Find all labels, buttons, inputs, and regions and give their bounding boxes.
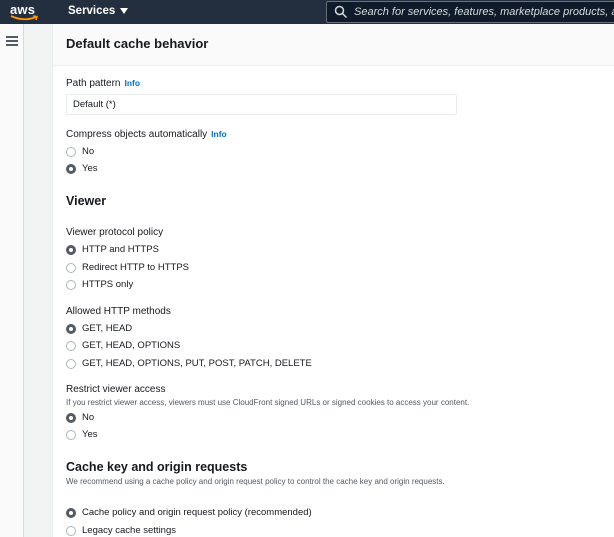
services-label: Services	[68, 5, 116, 17]
top-navigation-bar: aws Services	[0, 0, 614, 24]
cache-option-legacy[interactable]: Legacy cache settings	[66, 525, 176, 536]
allowed-methods-label: Allowed HTTP methods	[66, 306, 171, 317]
radio-label: HTTPS only	[82, 279, 134, 290]
search-input[interactable]	[354, 6, 614, 18]
cache-key-description: We recommend using a cache policy and or…	[66, 477, 445, 486]
radio-button[interactable]	[66, 412, 76, 423]
restrict-option-no[interactable]: No	[66, 412, 94, 423]
services-menu-button[interactable]: Services	[68, 5, 129, 17]
radio-button[interactable]	[66, 358, 76, 369]
radio-button[interactable]	[66, 429, 76, 440]
search-icon	[334, 5, 348, 19]
compress-info-link[interactable]: Info	[211, 129, 227, 139]
radio-label: Yes	[82, 163, 98, 174]
compress-label: Compress objects automatically	[66, 129, 208, 140]
viewer-protocol-label: Viewer protocol policy	[66, 227, 164, 238]
compress-option-no[interactable]: No	[66, 146, 94, 157]
radio-button[interactable]	[66, 525, 76, 536]
protocol-option-redirect[interactable]: Redirect HTTP to HTTPS	[66, 262, 189, 273]
restrict-access-label: Restrict viewer access	[66, 384, 166, 395]
radio-button[interactable]	[66, 340, 76, 351]
viewer-section-title: Viewer	[66, 194, 107, 208]
protocol-option-http-https[interactable]: HTTP and HTTPS	[66, 244, 159, 255]
aws-smile-icon	[10, 15, 38, 21]
radio-label: GET, HEAD	[82, 323, 133, 334]
compress-option-yes[interactable]: Yes	[66, 163, 98, 174]
radio-button[interactable]	[66, 507, 76, 518]
path-pattern-label-row: Path pattern Info	[66, 78, 140, 89]
cache-key-section-title: Cache key and origin requests	[66, 460, 248, 474]
panel-title: Default cache behavior	[66, 36, 209, 51]
restrict-option-yes[interactable]: Yes	[66, 429, 98, 440]
radio-button[interactable]	[66, 244, 76, 255]
path-pattern-info-link[interactable]: Info	[124, 78, 140, 88]
radio-label: Legacy cache settings	[82, 525, 177, 536]
path-pattern-input[interactable]	[66, 94, 457, 115]
radio-label: GET, HEAD, OPTIONS, PUT, POST, PATCH, DE…	[82, 358, 312, 369]
radio-button[interactable]	[66, 323, 76, 334]
radio-button[interactable]	[66, 163, 76, 174]
aws-logo[interactable]: aws	[10, 2, 46, 22]
methods-option-get-head-options[interactable]: GET, HEAD, OPTIONS	[66, 340, 180, 351]
compress-label-row: Compress objects automatically Info	[66, 129, 227, 140]
radio-label: Cache policy and origin request policy (…	[82, 507, 312, 518]
search-box[interactable]	[326, 1, 614, 23]
radio-label: No	[82, 146, 95, 157]
methods-option-get-head[interactable]: GET, HEAD	[66, 323, 132, 334]
radio-button[interactable]	[66, 146, 76, 157]
path-pattern-label: Path pattern	[66, 78, 121, 89]
default-cache-behavior-panel: Default cache behavior Path pattern Info …	[52, 24, 614, 537]
radio-label: No	[82, 412, 95, 423]
cache-option-policy[interactable]: Cache policy and origin request policy (…	[66, 507, 312, 518]
radio-button[interactable]	[66, 262, 76, 273]
radio-label: Redirect HTTP to HTTPS	[82, 262, 189, 273]
left-navigation-rail	[0, 24, 24, 537]
radio-label: GET, HEAD, OPTIONS	[82, 340, 181, 351]
methods-option-all[interactable]: GET, HEAD, OPTIONS, PUT, POST, PATCH, DE…	[66, 358, 312, 369]
radio-label: Yes	[82, 429, 98, 440]
protocol-option-https-only[interactable]: HTTPS only	[66, 279, 133, 290]
panel-header: Default cache behavior	[53, 24, 614, 66]
restrict-access-description: If you restrict viewer access, viewers m…	[66, 398, 470, 407]
caret-down-icon	[120, 8, 129, 14]
radio-button[interactable]	[66, 279, 76, 290]
radio-label: HTTP and HTTPS	[82, 244, 159, 255]
menu-icon[interactable]	[6, 36, 18, 46]
